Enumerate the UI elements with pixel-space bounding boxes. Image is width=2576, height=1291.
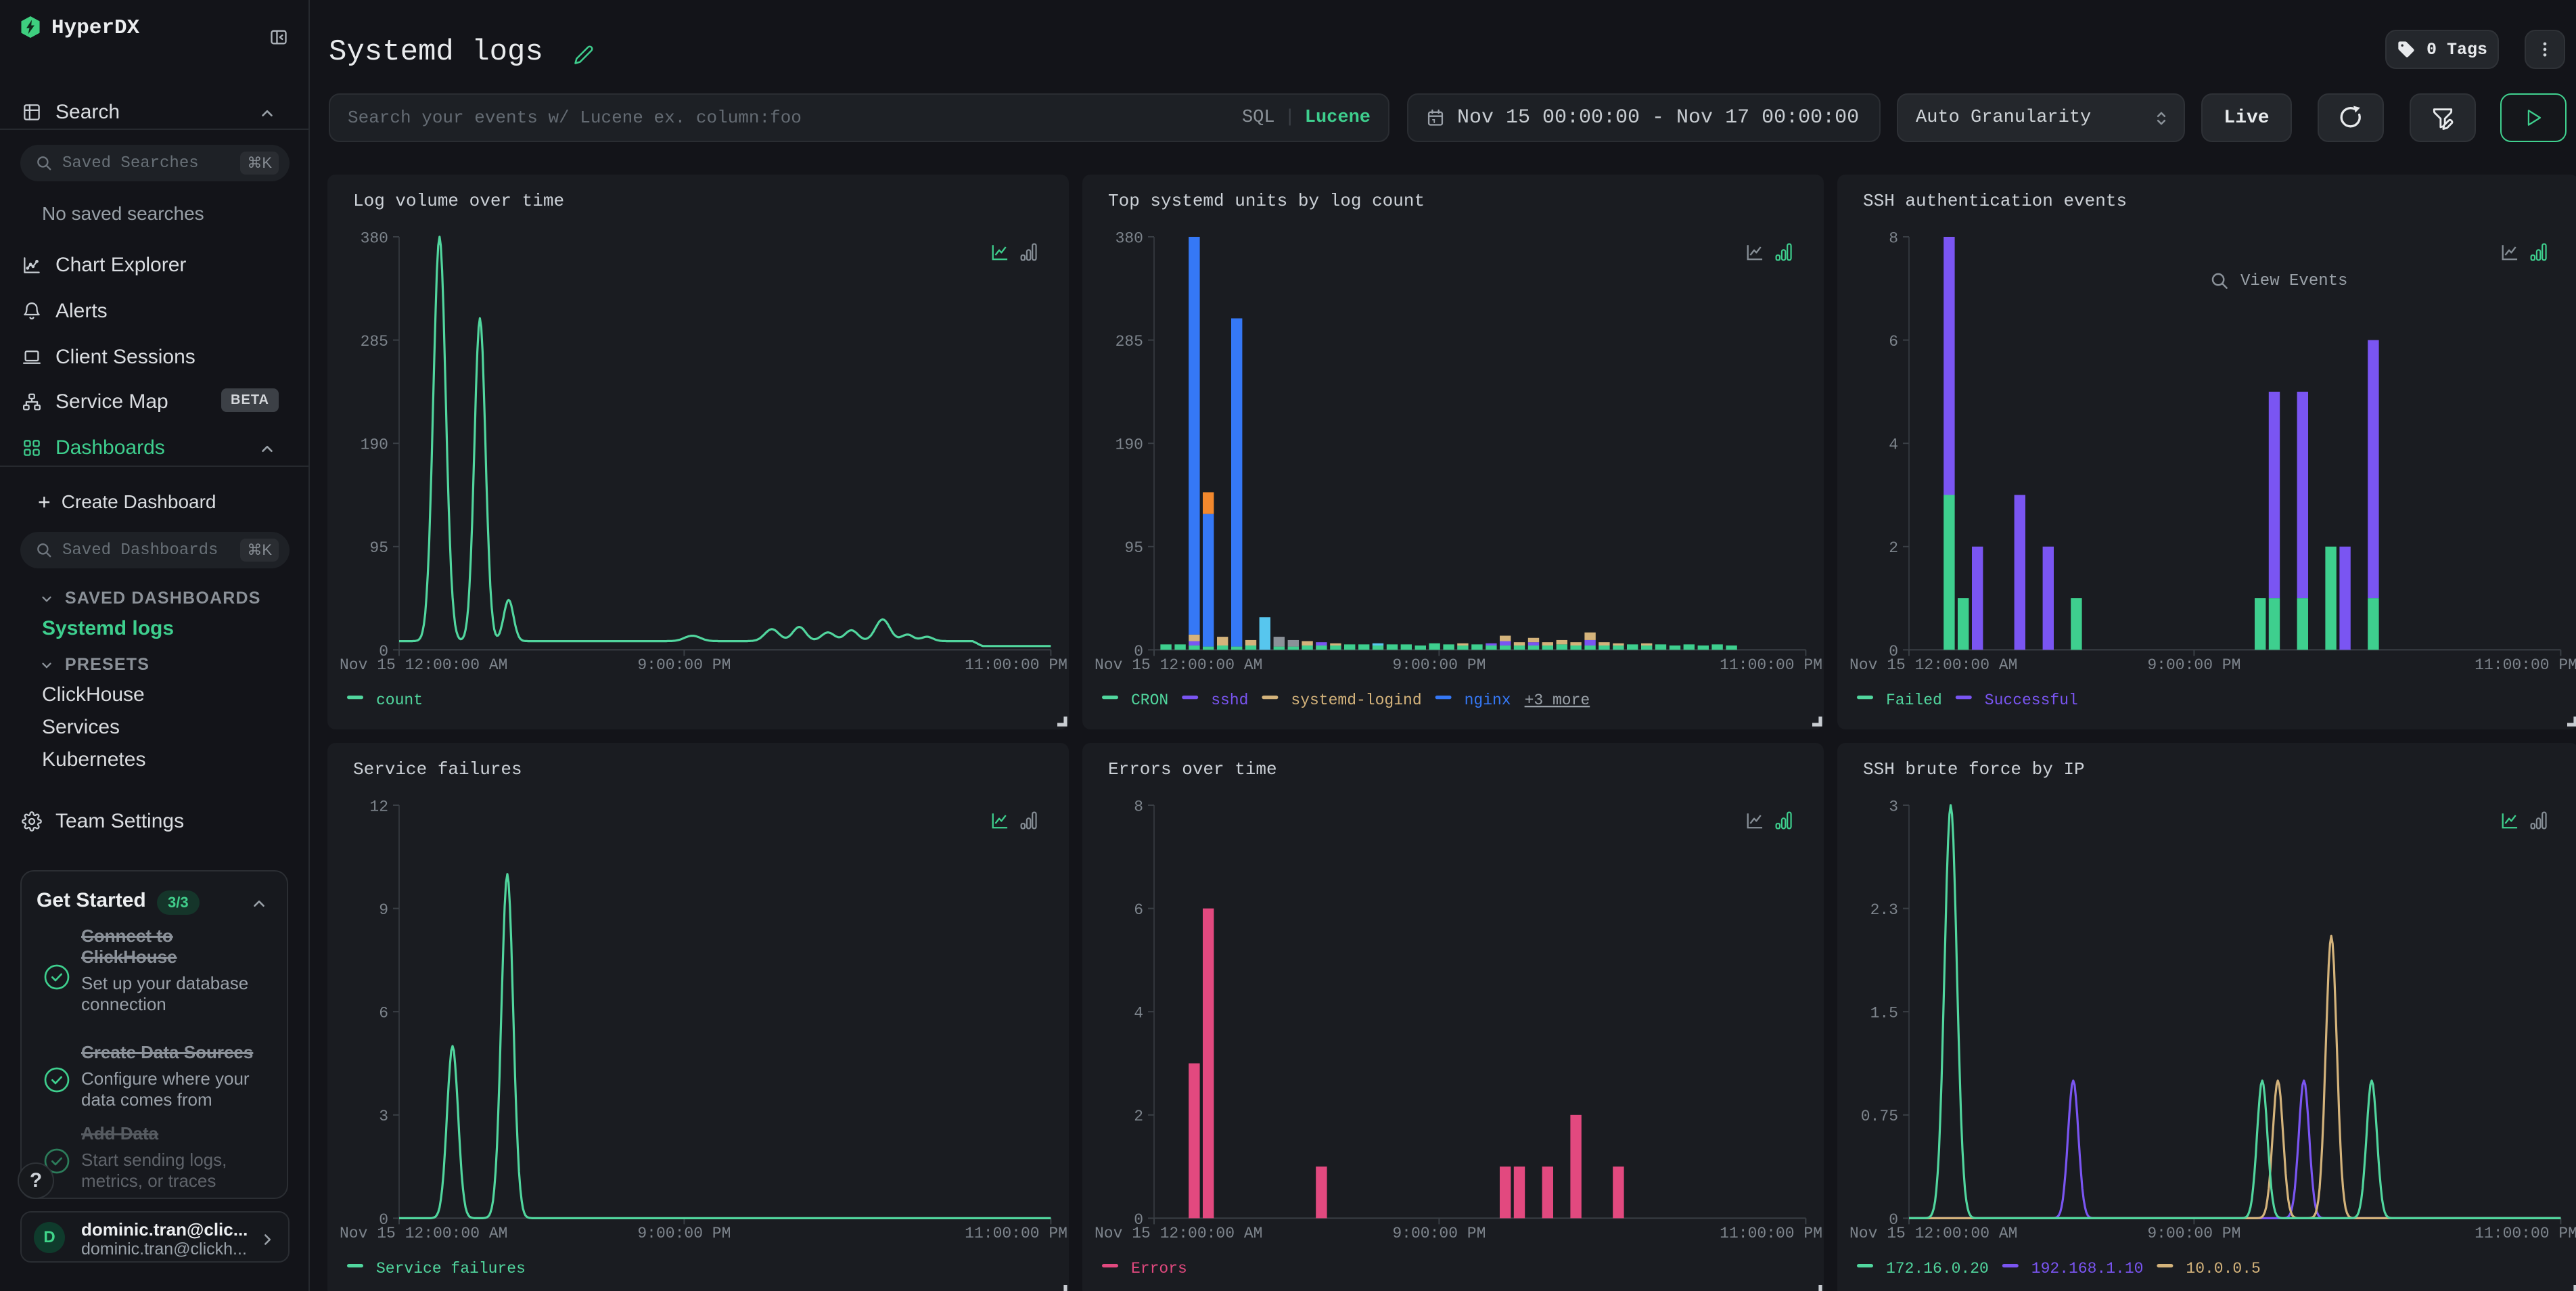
svg-text:285: 285 bbox=[1116, 333, 1143, 350]
svg-text:9:00:00 PM: 9:00:00 PM bbox=[637, 656, 731, 674]
svg-text:Nov 15 12:00:00 AM: Nov 15 12:00:00 AM bbox=[1849, 656, 2017, 674]
svg-text:12: 12 bbox=[369, 798, 388, 815]
svg-text:Nov 15 12:00:00 AM: Nov 15 12:00:00 AM bbox=[1095, 656, 1262, 674]
svg-text:6: 6 bbox=[379, 1005, 388, 1022]
svg-text:11:00:00 PM: 11:00:00 PM bbox=[2475, 1225, 2576, 1242]
svg-text:+3 more: +3 more bbox=[1525, 692, 1590, 709]
svg-text:190: 190 bbox=[1116, 436, 1143, 454]
svg-text:2: 2 bbox=[1134, 1108, 1143, 1125]
svg-text:192.168.1.10: 192.168.1.10 bbox=[2031, 1260, 2144, 1277]
svg-text:8: 8 bbox=[1134, 798, 1143, 815]
svg-text:380: 380 bbox=[1116, 229, 1143, 247]
svg-text:9: 9 bbox=[379, 901, 388, 919]
svg-text:95: 95 bbox=[369, 539, 388, 557]
svg-text:nginx: nginx bbox=[1465, 692, 1511, 709]
svg-text:Successful: Successful bbox=[1985, 692, 2078, 709]
svg-text:systemd-logind: systemd-logind bbox=[1291, 692, 1421, 709]
svg-text:9:00:00 PM: 9:00:00 PM bbox=[2147, 656, 2240, 674]
svg-text:172.16.0.20: 172.16.0.20 bbox=[1886, 1260, 1989, 1277]
svg-text:4: 4 bbox=[1889, 436, 1898, 454]
svg-text:11:00:00 PM: 11:00:00 PM bbox=[965, 1225, 1067, 1242]
svg-text:Nov 15 12:00:00 AM: Nov 15 12:00:00 AM bbox=[340, 1225, 507, 1242]
svg-text:Errors: Errors bbox=[1131, 1260, 1187, 1277]
svg-text:11:00:00 PM: 11:00:00 PM bbox=[965, 656, 1067, 674]
svg-text:285: 285 bbox=[361, 333, 388, 350]
svg-text:8: 8 bbox=[1889, 229, 1898, 247]
svg-text:11:00:00 PM: 11:00:00 PM bbox=[1720, 1225, 1822, 1242]
svg-text:CRON: CRON bbox=[1131, 692, 1168, 709]
svg-text:3: 3 bbox=[379, 1108, 388, 1125]
svg-text:1.5: 1.5 bbox=[1870, 1005, 1898, 1022]
svg-text:6: 6 bbox=[1134, 901, 1143, 919]
svg-text:10.0.0.5: 10.0.0.5 bbox=[2186, 1260, 2260, 1277]
svg-text:9:00:00 PM: 9:00:00 PM bbox=[1392, 656, 1486, 674]
svg-text:9:00:00 PM: 9:00:00 PM bbox=[1392, 1225, 1486, 1242]
svg-text:Nov 15 12:00:00 AM: Nov 15 12:00:00 AM bbox=[1095, 1225, 1262, 1242]
svg-text:380: 380 bbox=[361, 229, 388, 247]
svg-text:Failed: Failed bbox=[1886, 692, 1942, 709]
svg-text:2.3: 2.3 bbox=[1870, 901, 1898, 919]
svg-text:6: 6 bbox=[1889, 333, 1898, 350]
svg-text:9:00:00 PM: 9:00:00 PM bbox=[637, 1225, 731, 1242]
svg-text:sshd: sshd bbox=[1211, 692, 1248, 709]
svg-text:2: 2 bbox=[1889, 539, 1898, 557]
svg-text:0.75: 0.75 bbox=[1861, 1108, 1898, 1125]
svg-text:11:00:00 PM: 11:00:00 PM bbox=[2475, 656, 2576, 674]
svg-text:3: 3 bbox=[1889, 798, 1898, 815]
svg-text:9:00:00 PM: 9:00:00 PM bbox=[2147, 1225, 2240, 1242]
svg-text:11:00:00 PM: 11:00:00 PM bbox=[1720, 656, 1822, 674]
svg-text:count: count bbox=[376, 692, 423, 709]
svg-text:95: 95 bbox=[1124, 539, 1143, 557]
svg-text:190: 190 bbox=[361, 436, 388, 454]
svg-text:Service failures: Service failures bbox=[376, 1260, 526, 1277]
svg-text:4: 4 bbox=[1134, 1005, 1143, 1022]
svg-text:Nov 15 12:00:00 AM: Nov 15 12:00:00 AM bbox=[1849, 1225, 2017, 1242]
svg-text:Nov 15 12:00:00 AM: Nov 15 12:00:00 AM bbox=[340, 656, 507, 674]
